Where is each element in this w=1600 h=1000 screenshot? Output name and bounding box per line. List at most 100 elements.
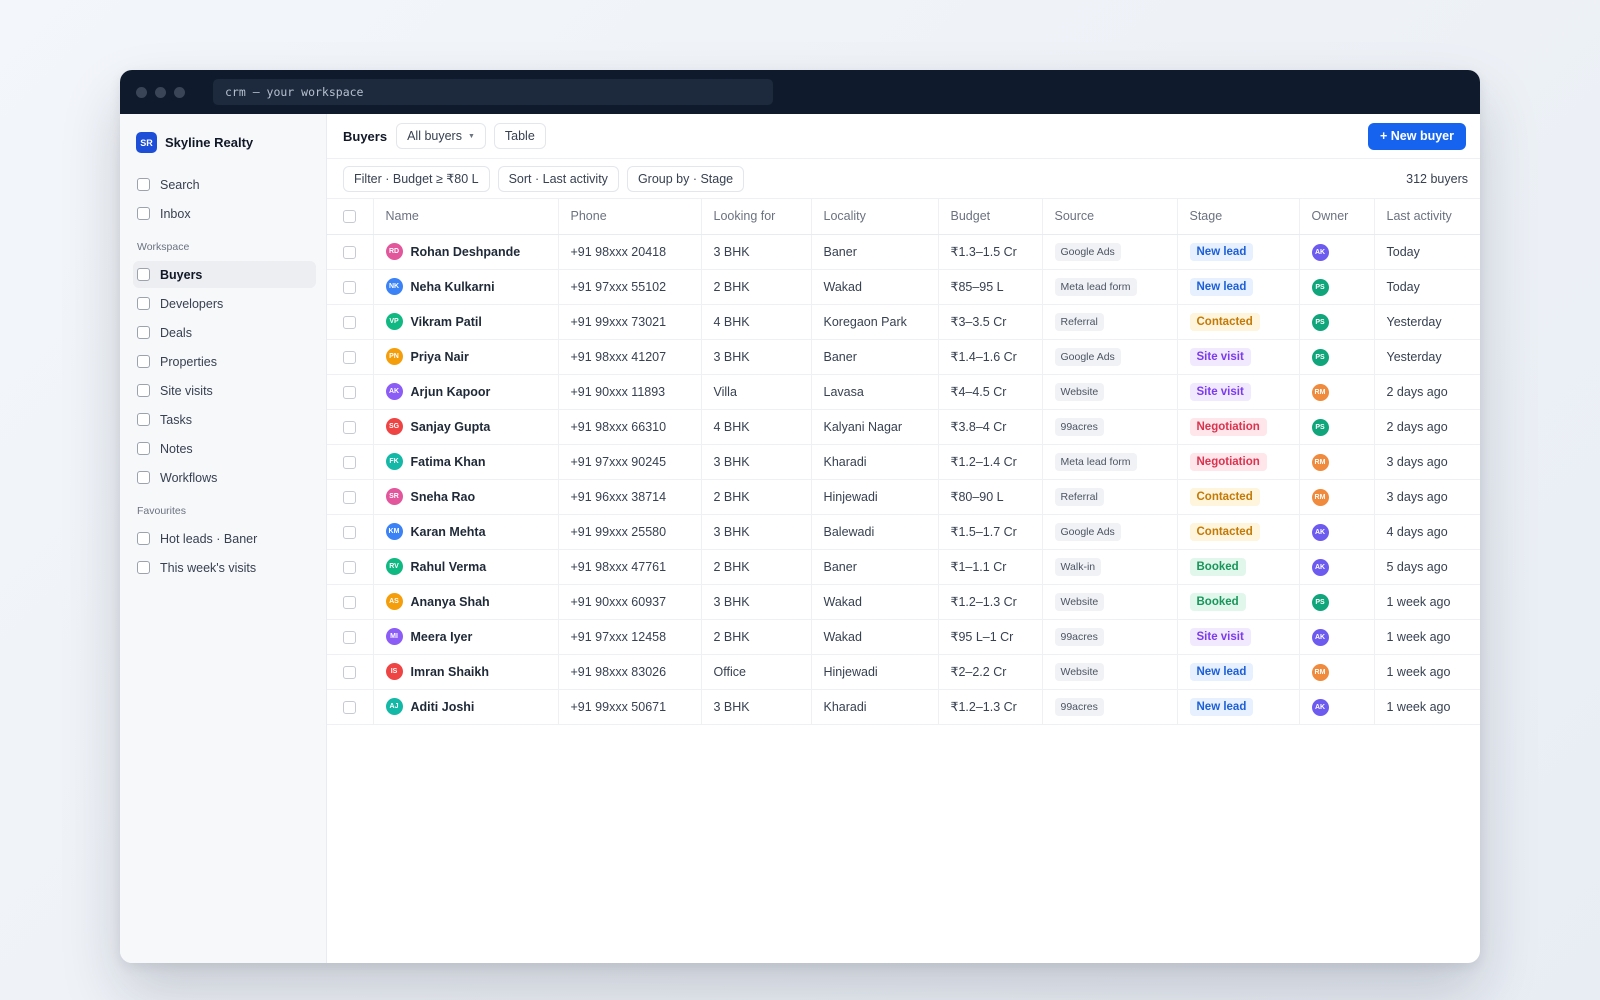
- sidebar-item-search[interactable]: Search: [136, 171, 316, 198]
- column-header-phone[interactable]: Phone: [558, 199, 702, 235]
- name-cell[interactable]: NK Neha Kulkarni: [373, 269, 559, 305]
- stage-cell[interactable]: Booked: [1177, 549, 1300, 585]
- name-cell[interactable]: AS Ananya Shah: [373, 584, 559, 620]
- owner-cell[interactable]: AK: [1299, 619, 1375, 655]
- sidebar-item-tasks[interactable]: Tasks: [136, 406, 316, 433]
- maximize-dot[interactable]: [174, 86, 185, 98]
- row-checkbox[interactable]: [343, 560, 357, 574]
- row-checkbox[interactable]: [343, 700, 357, 714]
- name-cell[interactable]: PN Priya Nair: [373, 339, 559, 375]
- row-checkbox[interactable]: [343, 350, 357, 364]
- name-cell[interactable]: AK Arjun Kapoor: [373, 374, 559, 410]
- row-checkbox[interactable]: [343, 280, 357, 294]
- name-cell[interactable]: IS Imran Shaikh: [373, 654, 559, 690]
- name-cell[interactable]: RV Rahul Verma: [373, 549, 559, 585]
- name-cell[interactable]: RD Rohan Deshpande: [373, 234, 559, 270]
- column-header-locality[interactable]: Locality: [811, 199, 939, 235]
- new-buyer-button[interactable]: + New buyer: [1368, 122, 1466, 150]
- owner-cell[interactable]: PS: [1299, 339, 1375, 375]
- row-checkbox[interactable]: [343, 595, 357, 609]
- column-header-source[interactable]: Source: [1042, 199, 1178, 235]
- row-checkbox[interactable]: [343, 315, 357, 329]
- sort-chip[interactable]: Sort · Last activity: [497, 165, 619, 192]
- column-header-budget[interactable]: Budget: [938, 199, 1043, 235]
- table-row[interactable]: VP Vikram Patil +91 99xxx 73021 4 BHK Korega…: [327, 304, 1480, 340]
- row-checkbox[interactable]: [343, 385, 357, 399]
- owner-cell[interactable]: PS: [1299, 584, 1375, 620]
- stage-cell[interactable]: Site visit: [1177, 619, 1300, 655]
- sidebar-item-properties[interactable]: Properties: [136, 348, 316, 375]
- name-cell[interactable]: FK Fatima Khan: [373, 444, 559, 480]
- owner-cell[interactable]: PS: [1299, 269, 1375, 305]
- name-cell[interactable]: KM Karan Mehta: [373, 514, 559, 550]
- group-chip[interactable]: Group by · Stage: [626, 165, 745, 192]
- sidebar-item-inbox[interactable]: Inbox: [136, 200, 316, 227]
- owner-cell[interactable]: RM: [1299, 444, 1375, 480]
- table-row[interactable]: RD Rohan Deshpande +91 98xxx 20418 3 BHK Ban…: [327, 234, 1480, 270]
- owner-cell[interactable]: AK: [1299, 549, 1375, 585]
- owner-cell[interactable]: AK: [1299, 514, 1375, 550]
- owner-cell[interactable]: AK: [1299, 689, 1375, 725]
- stage-cell[interactable]: New lead: [1177, 269, 1300, 305]
- sidebar-item-workflows[interactable]: Workflows: [136, 464, 316, 491]
- sidebar-item-buyers[interactable]: Buyers: [133, 261, 316, 288]
- stage-cell[interactable]: Contacted: [1177, 479, 1300, 515]
- row-checkbox[interactable]: [343, 525, 357, 539]
- sidebar-item-notes[interactable]: Notes: [136, 435, 316, 462]
- table-row[interactable]: AJ Aditi Joshi +91 99xxx 50671 3 BHK Kharadi…: [327, 689, 1480, 725]
- owner-cell[interactable]: PS: [1299, 409, 1375, 445]
- column-header-owner[interactable]: Owner: [1299, 199, 1375, 235]
- layout-table-button[interactable]: Table: [493, 123, 546, 149]
- row-checkbox[interactable]: [343, 490, 357, 504]
- table-row[interactable]: AS Ananya Shah +91 90xxx 60937 3 BHK Wakad ₹1…: [327, 584, 1480, 620]
- owner-cell[interactable]: RM: [1299, 479, 1375, 515]
- name-cell[interactable]: MI Meera Iyer: [373, 619, 559, 655]
- sidebar-item-developers[interactable]: Developers: [136, 290, 316, 317]
- column-header-name[interactable]: Name: [373, 199, 559, 235]
- name-cell[interactable]: SG Sanjay Gupta: [373, 409, 559, 445]
- stage-cell[interactable]: New lead: [1177, 689, 1300, 725]
- row-checkbox[interactable]: [343, 245, 357, 259]
- owner-cell[interactable]: PS: [1299, 304, 1375, 340]
- stage-cell[interactable]: Contacted: [1177, 514, 1300, 550]
- table-row[interactable]: SG Sanjay Gupta +91 98xxx 66310 4 BHK Kalyan…: [327, 409, 1480, 445]
- sidebar-item-hot-leads-baner[interactable]: Hot leads · Baner: [136, 525, 316, 552]
- table-row[interactable]: RV Rahul Verma +91 98xxx 47761 2 BHK Baner ₹1…: [327, 549, 1480, 585]
- row-checkbox[interactable]: [343, 420, 357, 434]
- view-select[interactable]: All buyers ▼: [396, 123, 486, 149]
- stage-cell[interactable]: Contacted: [1177, 304, 1300, 340]
- row-checkbox[interactable]: [343, 665, 357, 679]
- table-row[interactable]: IS Imran Shaikh +91 98xxx 83026 Office Hinje…: [327, 654, 1480, 690]
- name-cell[interactable]: SR Sneha Rao: [373, 479, 559, 515]
- stage-cell[interactable]: New lead: [1177, 234, 1300, 270]
- stage-cell[interactable]: Booked: [1177, 584, 1300, 620]
- sidebar-item-site-visits[interactable]: Site visits: [136, 377, 316, 404]
- table-row[interactable]: NK Neha Kulkarni +91 97xxx 55102 2 BHK Wakad…: [327, 269, 1480, 305]
- select-all-checkbox[interactable]: [343, 210, 357, 224]
- row-checkbox[interactable]: [343, 630, 357, 644]
- column-header-last-activity[interactable]: Last activity: [1374, 199, 1480, 235]
- owner-cell[interactable]: RM: [1299, 654, 1375, 690]
- column-header-looking-for[interactable]: Looking for: [701, 199, 812, 235]
- table-row[interactable]: KM Karan Mehta +91 99xxx 25580 3 BHK Balewad…: [327, 514, 1480, 550]
- owner-cell[interactable]: RM: [1299, 374, 1375, 410]
- table-row[interactable]: MI Meera Iyer +91 97xxx 12458 2 BHK Wakad ₹95…: [327, 619, 1480, 655]
- table-row[interactable]: FK Fatima Khan +91 97xxx 90245 3 BHK Kharadi…: [327, 444, 1480, 480]
- name-cell[interactable]: VP Vikram Patil: [373, 304, 559, 340]
- column-header-stage[interactable]: Stage: [1177, 199, 1300, 235]
- sidebar-item-deals[interactable]: Deals: [136, 319, 316, 346]
- sidebar-item-this-week-s-visits[interactable]: This week's visits: [136, 554, 316, 581]
- close-dot[interactable]: [136, 86, 147, 98]
- name-cell[interactable]: AJ Aditi Joshi: [373, 689, 559, 725]
- stage-cell[interactable]: Site visit: [1177, 374, 1300, 410]
- table-row[interactable]: PN Priya Nair +91 98xxx 41207 3 BHK Baner ₹1.…: [327, 339, 1480, 375]
- address-bar[interactable]: crm — your workspace: [213, 79, 773, 105]
- owner-cell[interactable]: AK: [1299, 234, 1375, 270]
- row-checkbox[interactable]: [343, 455, 357, 469]
- filter-chip[interactable]: Filter · Budget ≥ ₹80 L: [343, 165, 490, 192]
- table-row[interactable]: AK Arjun Kapoor +91 90xxx 11893 Villa Lavasa…: [327, 374, 1480, 410]
- stage-cell[interactable]: Negotiation: [1177, 409, 1300, 445]
- minimize-dot[interactable]: [155, 86, 166, 98]
- stage-cell[interactable]: Site visit: [1177, 339, 1300, 375]
- brand[interactable]: SR Skyline Realty: [136, 132, 316, 153]
